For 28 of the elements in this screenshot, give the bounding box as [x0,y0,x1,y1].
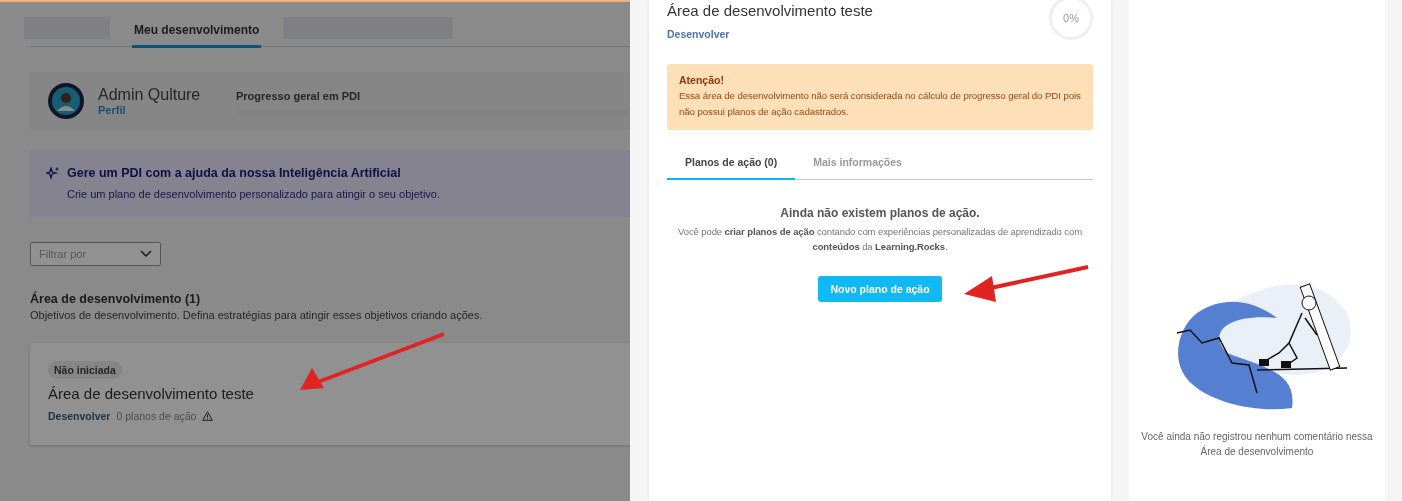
section-subtitle: Objetivos de desenvolvimento. Defina estratégias para atingir esses objetivos criando ações. [30,309,484,321]
banner-title: Gere um PDI com a ajuda da nossa Inteligência Artificial [67,166,401,180]
tab[interactable]: Planos de ação (0) [667,156,796,180]
area-category: Desenvolver [667,28,731,40]
filter-select[interactable]: Filtrar por [30,242,161,266]
tab[interactable]: Mais informações [795,156,920,180]
area-category: Desenvolver [48,410,111,422]
new-plan-button[interactable]: Novo plano de ação [818,276,942,302]
empty-comments-text: Você ainda não registrou nenhum comentário nessa Área de desenvolvimento [1140,430,1374,459]
avatar-icon [48,83,84,119]
user-name: Admin Qulture [98,86,202,104]
plans-count: 0 planos de ação [116,410,197,422]
tab[interactable]: Meu desenvolvimento [132,23,262,48]
section-title: Área de desenvolvimento (1) [30,292,202,306]
progress-label: Progresso geral em PDI [236,90,362,102]
empty-text: Você pode criar planos de ação contando com experiências personalizadas de aprendizado com conteúdos da Learning.Rocks. [677,225,1083,254]
alert-title: Atenção! [679,74,725,86]
banner-text: Crie um plano de desenvolvimento personalizado para atingir o seu objetivo. [66,188,441,200]
sparkle-icon [46,166,60,180]
area-card[interactable]: Não iniciada Área de desenvolvimento teste Desenvolver 0 planos de ação [30,343,630,445]
area-title: Área de desenvolvimento teste [48,385,254,402]
empty-title: Ainda não existem planos de ação. [779,206,981,220]
alert-text: Essa área de desenvolvimento não será considerada no cálculo de progresso geral do PDI pois não possui planos de ação cadastrados. [679,89,1081,119]
chevron-down-icon [140,250,152,258]
area-title: Área de desenvolvimento teste [667,2,873,19]
profile-link[interactable]: Perfil [98,104,222,116]
progress-ring: 0% [1049,0,1093,40]
status-badge: Não iniciada [48,361,122,379]
